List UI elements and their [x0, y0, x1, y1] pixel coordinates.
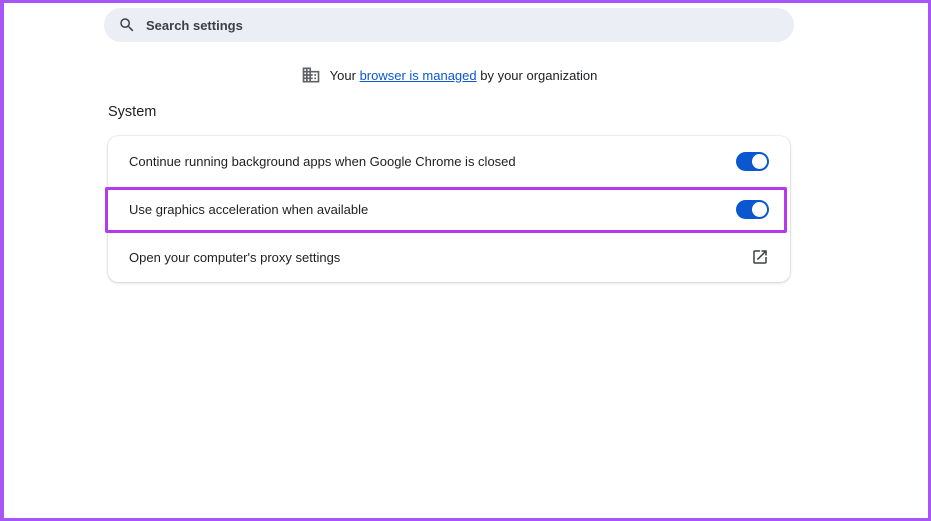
chrome-settings-page: Your browser is managed by your organiza… — [0, 0, 931, 521]
setting-label: Use graphics acceleration when available — [129, 202, 369, 217]
setting-label: Continue running background apps when Go… — [129, 154, 516, 169]
setting-row-graphics-acceleration: Use graphics acceleration when available — [108, 187, 790, 231]
search-bar[interactable] — [104, 8, 794, 42]
browser-managed-link[interactable]: browser is managed — [360, 68, 477, 83]
managed-notice: Your browser is managed by your organiza… — [104, 65, 794, 85]
section-title-system: System — [108, 104, 157, 120]
system-settings-card: Continue running background apps when Go… — [105, 136, 790, 282]
managed-notice-suffix: by your organization — [476, 67, 598, 83]
toggle-thumb — [752, 154, 767, 169]
toggle-thumb — [752, 202, 767, 217]
setting-label: Open your computer's proxy settings — [129, 249, 341, 265]
search-input[interactable] — [146, 17, 780, 33]
graphics-acceleration-toggle[interactable] — [736, 200, 769, 219]
setting-row-background-apps: Continue running background apps when Go… — [108, 136, 790, 187]
open-in-new-icon[interactable] — [751, 248, 769, 266]
search-icon — [118, 16, 136, 34]
managed-notice-text: Your browser is managed by your organiza… — [330, 68, 598, 83]
managed-notice-prefix: Your — [329, 67, 360, 83]
setting-row-proxy-settings[interactable]: Open your computer's proxy settings — [108, 231, 790, 282]
background-apps-toggle[interactable] — [736, 152, 769, 171]
organization-building-icon — [301, 65, 321, 85]
